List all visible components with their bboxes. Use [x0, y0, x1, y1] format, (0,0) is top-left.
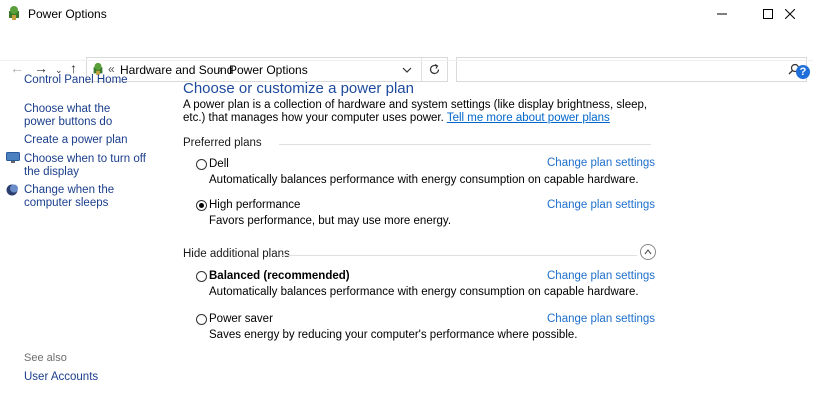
control-panel-home-link[interactable]: Control Panel Home [24, 74, 128, 87]
preferred-plans-divider [279, 144, 651, 145]
navigation-bar: ← → ⌄ ↑ « Hardware and Sound › Power Opt… [0, 27, 813, 82]
plan-balanced-radio[interactable] [196, 271, 207, 282]
close-button[interactable] [767, 0, 813, 27]
page-description: A power plan is a collection of hardware… [183, 99, 648, 124]
plan-high-performance-description: Favors performance, but may use more ene… [209, 215, 452, 227]
plan-power-saver-description: Saves energy by reducing your computer's… [209, 329, 578, 341]
page-title: Choose or customize a power plan [183, 80, 414, 97]
close-icon [785, 8, 795, 19]
sidebar-item-create-plan[interactable]: Create a power plan [24, 134, 128, 147]
plan-dell-radio[interactable] [196, 159, 207, 170]
plan-high-performance-name[interactable]: High performance [209, 199, 300, 211]
plan-high-performance-radio[interactable] [196, 200, 207, 211]
power-options-icon [9, 6, 19, 20]
collapse-chevron-up-icon[interactable] [640, 244, 656, 260]
plan-balanced-description: Automatically balances performance with … [209, 286, 639, 298]
additional-plans-divider [281, 255, 637, 256]
plan-balanced-change-settings-link[interactable]: Change plan settings [547, 270, 655, 282]
sidebar: Control Panel Home Choose what the power… [0, 61, 170, 399]
minimize-icon [717, 13, 727, 14]
plan-dell-name[interactable]: Dell [209, 158, 229, 170]
main-content: Choose or customize a power plan A power… [183, 61, 803, 399]
plan-power-saver-radio[interactable] [196, 314, 207, 325]
display-icon [6, 152, 20, 163]
plan-high-performance-change-settings-link[interactable]: Change plan settings [547, 199, 655, 211]
sleep-moon-icon [6, 184, 18, 196]
plan-power-saver-name[interactable]: Power saver [209, 313, 273, 325]
plan-dell-change-settings-link[interactable]: Change plan settings [547, 157, 655, 169]
sidebar-item-power-buttons[interactable]: Choose what the power buttons do [24, 103, 144, 128]
hide-additional-plans-label[interactable]: Hide additional plans [183, 248, 290, 260]
preferred-plans-label: Preferred plans [183, 137, 262, 149]
plan-dell-description: Automatically balances performance with … [209, 174, 639, 186]
user-accounts-link[interactable]: User Accounts [24, 371, 98, 384]
learn-more-link[interactable]: Tell me more about power plans [447, 112, 610, 124]
plan-power-saver-change-settings-link[interactable]: Change plan settings [547, 313, 655, 325]
see-also-label: See also [24, 352, 67, 364]
sidebar-item-computer-sleeps[interactable]: Change when the computer sleeps [24, 184, 154, 209]
window-title: Power Options [28, 7, 107, 21]
title-bar: Power Options [0, 0, 813, 27]
sidebar-item-turn-off-display[interactable]: Choose when to turn off the display [24, 153, 154, 178]
minimize-button[interactable] [699, 0, 745, 27]
plan-balanced-name[interactable]: Balanced (recommended) [209, 270, 350, 282]
chevron-up-icon [644, 249, 652, 255]
